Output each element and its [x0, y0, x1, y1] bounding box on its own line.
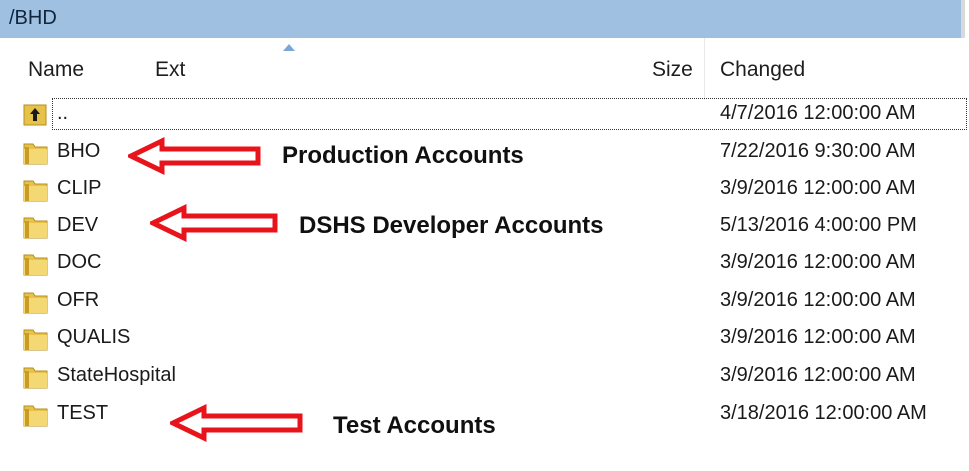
file-name: DEV	[57, 214, 99, 236]
column-size[interactable]: Size	[652, 58, 693, 82]
column-header-row: Name Ext Size Changed	[0, 38, 969, 100]
file-name: OFR	[57, 289, 100, 311]
sort-ascending-icon	[283, 44, 295, 51]
parent-folder-icon	[23, 104, 47, 126]
column-name[interactable]: Name	[28, 58, 84, 82]
file-changed: 3/9/2016 12:00:00 AM	[720, 364, 916, 386]
file-name: BHO	[57, 140, 101, 162]
file-name: DOC	[57, 251, 102, 273]
list-item-clip[interactable]: CLIP 3/9/2016 12:00:00 AM	[0, 171, 969, 209]
file-changed: 3/18/2016 12:00:00 AM	[720, 402, 927, 424]
file-name: CLIP	[57, 177, 102, 199]
annotation-test: Test Accounts	[333, 412, 496, 439]
folder-icon	[23, 367, 48, 389]
file-name: QUALIS	[57, 326, 131, 348]
file-changed: 3/9/2016 12:00:00 AM	[720, 326, 916, 348]
list-item-parent[interactable]: .. 4/7/2016 12:00:00 AM	[0, 96, 969, 134]
file-changed: 3/9/2016 12:00:00 AM	[720, 251, 916, 273]
arrow-left-icon	[170, 404, 303, 442]
column-ext[interactable]: Ext	[155, 58, 185, 82]
folder-icon	[23, 405, 48, 427]
file-changed: 5/13/2016 4:00:00 PM	[720, 214, 917, 236]
folder-icon	[23, 217, 48, 239]
folder-icon	[23, 180, 48, 202]
list-item-qualis[interactable]: QUALIS 3/9/2016 12:00:00 AM	[0, 320, 969, 358]
list-item-doc[interactable]: DOC 3/9/2016 12:00:00 AM	[0, 245, 969, 283]
folder-icon	[23, 329, 48, 351]
list-item-ofr[interactable]: OFR 3/9/2016 12:00:00 AM	[0, 283, 969, 321]
annotation-production: Production Accounts	[282, 142, 524, 169]
current-path: /BHD	[9, 7, 57, 29]
arrow-left-icon	[150, 204, 278, 242]
path-bar[interactable]: /BHD	[0, 0, 965, 38]
arrow-left-icon	[128, 137, 261, 175]
file-changed: 4/7/2016 12:00:00 AM	[720, 102, 916, 124]
column-divider[interactable]	[704, 38, 705, 100]
folder-icon	[23, 143, 48, 165]
file-changed: 3/9/2016 12:00:00 AM	[720, 289, 916, 311]
file-name: StateHospital	[57, 364, 176, 386]
annotation-developer: DSHS Developer Accounts	[299, 212, 604, 239]
folder-icon	[23, 292, 48, 314]
file-name: ..	[57, 102, 69, 124]
list-item-statehospital[interactable]: StateHospital 3/9/2016 12:00:00 AM	[0, 358, 969, 396]
column-changed[interactable]: Changed	[720, 58, 805, 82]
file-name: TEST	[57, 402, 109, 424]
file-changed: 3/9/2016 12:00:00 AM	[720, 177, 916, 199]
file-changed: 7/22/2016 9:30:00 AM	[720, 140, 916, 162]
folder-icon	[23, 254, 48, 276]
